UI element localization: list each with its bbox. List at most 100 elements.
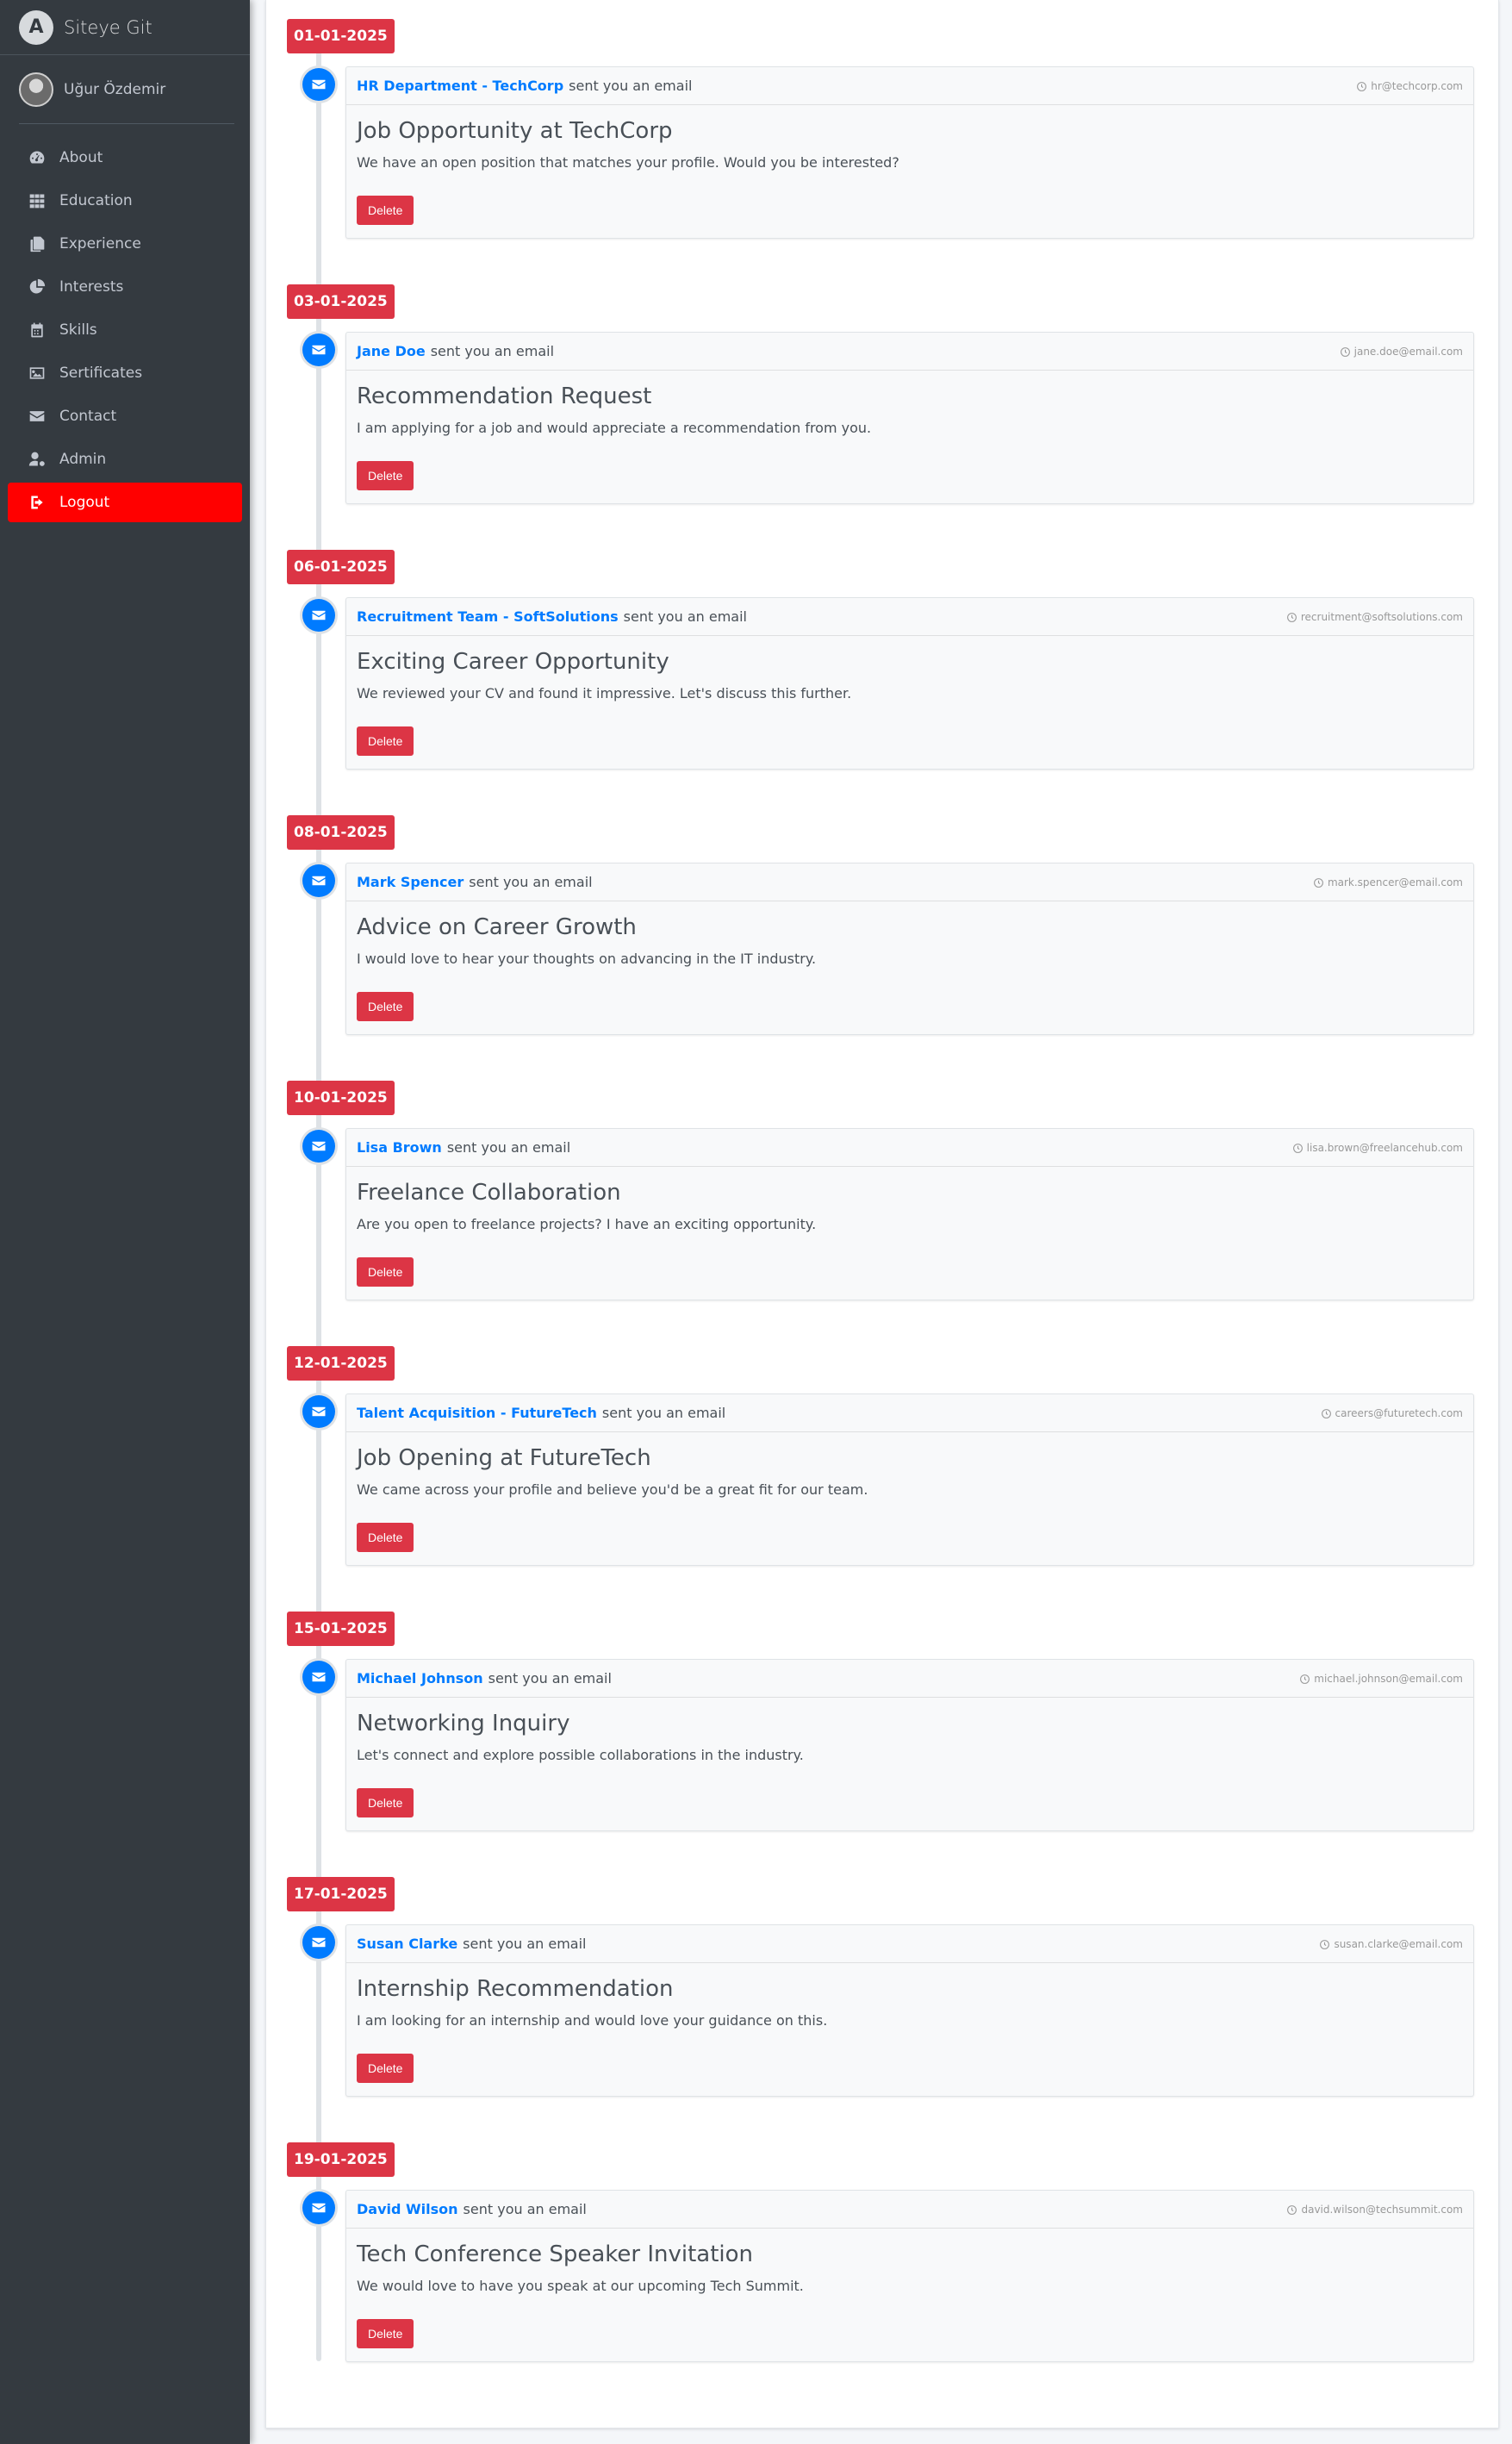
sidebar-item-education[interactable]: Education bbox=[8, 181, 242, 221]
email-header: Jane Doe sent you an email jane.doe@email.… bbox=[346, 333, 1473, 371]
sender-link[interactable]: Mark Spencer bbox=[357, 874, 464, 890]
sidebar-item-experience[interactable]: Experience bbox=[8, 224, 242, 264]
brand-logo: A bbox=[19, 9, 53, 45]
sender-link[interactable]: David Wilson bbox=[357, 2201, 458, 2217]
date-label: 08-01-2025 bbox=[287, 815, 395, 850]
sender-link[interactable]: Lisa Brown bbox=[357, 1139, 442, 1156]
sidebar-item-admin[interactable]: Admin bbox=[8, 440, 242, 479]
delete-button[interactable]: Delete bbox=[357, 2054, 414, 2083]
email-body: Exciting Career Opportunity We reviewed y… bbox=[346, 636, 1473, 703]
delete-button[interactable]: Delete bbox=[357, 726, 414, 756]
email-header: Susan Clarke sent you an email susan.clark… bbox=[346, 1925, 1473, 1963]
email-address-text: lisa.brown@freelancehub.com bbox=[1306, 1142, 1463, 1154]
sidebar-item-skills[interactable]: Skills bbox=[8, 310, 242, 350]
email-body: Job Opportunity at TechCorp We have an op… bbox=[346, 105, 1473, 172]
email-address-text: jane.doe@email.com bbox=[1353, 346, 1463, 358]
clock-icon bbox=[1300, 1674, 1310, 1684]
date-label: 06-01-2025 bbox=[287, 550, 395, 584]
sidebar-item-about[interactable]: About bbox=[8, 138, 242, 178]
email-subject: Freelance Collaboration bbox=[357, 1180, 621, 1206]
email-message: I am looking for an internship and would… bbox=[357, 2012, 828, 2029]
email-subject: Exciting Career Opportunity bbox=[357, 649, 669, 675]
user-panel[interactable]: Uğur Özdemir bbox=[19, 55, 234, 124]
email-subject: Job Opening at FutureTech bbox=[357, 1445, 651, 1471]
sidebar-nav: About Education Experience Interests Skills S… bbox=[0, 138, 250, 522]
date-label: 17-01-2025 bbox=[287, 1877, 395, 1911]
email-subject: Advice on Career Growth bbox=[357, 914, 637, 940]
timeline-entry: 01-01-2025 HR Department - TechCorp sent y… bbox=[266, 19, 1498, 284]
user-name: Uğur Özdemir bbox=[64, 80, 166, 98]
email-body: Job Opening at FutureTech We came across … bbox=[346, 1432, 1473, 1499]
email-message: I would love to hear your thoughts on ad… bbox=[357, 951, 817, 967]
sender-link[interactable]: Recruitment Team - SoftSolutions bbox=[357, 608, 619, 625]
date-label: 15-01-2025 bbox=[287, 1612, 395, 1646]
brand-name: Siteye Git bbox=[64, 16, 152, 38]
email-card: David Wilson sent you an email david.wilso… bbox=[345, 2190, 1474, 2362]
email-header: David Wilson sent you an email david.wilso… bbox=[346, 2191, 1473, 2229]
date-label: 19-01-2025 bbox=[287, 2142, 395, 2177]
sign-out-icon bbox=[27, 492, 47, 513]
sidebar-item-label: Contact bbox=[59, 408, 117, 425]
envelope-icon bbox=[302, 334, 335, 366]
grid-icon bbox=[27, 190, 47, 211]
email-address-text: david.wilson@techsummit.com bbox=[1301, 2204, 1463, 2216]
delete-button[interactable]: Delete bbox=[357, 196, 414, 225]
sidebar-item-label: Sertificates bbox=[59, 365, 143, 382]
delete-button[interactable]: Delete bbox=[357, 1523, 414, 1552]
sender-link[interactable]: Susan Clarke bbox=[357, 1936, 457, 1952]
email-address-text: recruitment@softsolutions.com bbox=[1300, 611, 1463, 623]
delete-button[interactable]: Delete bbox=[357, 2319, 414, 2348]
envelope-icon bbox=[302, 1661, 335, 1693]
email-subject: Networking Inquiry bbox=[357, 1711, 570, 1736]
envelope-icon bbox=[27, 406, 47, 427]
clock-icon bbox=[1314, 877, 1323, 888]
main-content: 01-01-2025 HR Department - TechCorp sent y… bbox=[265, 0, 1499, 2428]
email-address: lisa.brown@freelancehub.com bbox=[1292, 1129, 1463, 1167]
sent-text: sent you an email bbox=[601, 1405, 726, 1421]
email-subject: Internship Recommendation bbox=[357, 1976, 674, 2002]
sender-link[interactable]: HR Department - TechCorp bbox=[357, 78, 563, 94]
sender-link[interactable]: Michael Johnson bbox=[357, 1670, 483, 1686]
brand-link[interactable]: A Siteye Git bbox=[0, 0, 250, 55]
email-header: Talent Acquisition - FutureTech sent you … bbox=[346, 1394, 1473, 1432]
user-cog-icon bbox=[27, 449, 47, 470]
email-subject: Recommendation Request bbox=[357, 383, 652, 409]
pie-chart-icon bbox=[27, 277, 47, 297]
sent-text: sent you an email bbox=[463, 1936, 587, 1952]
sender-link[interactable]: Talent Acquisition - FutureTech bbox=[357, 1405, 597, 1421]
email-card: Talent Acquisition - FutureTech sent you … bbox=[345, 1393, 1474, 1566]
sidebar-item-contact[interactable]: Contact bbox=[8, 396, 242, 436]
email-address: careers@futuretech.com bbox=[1321, 1394, 1464, 1432]
delete-button[interactable]: Delete bbox=[357, 1788, 414, 1817]
email-address-text: careers@futuretech.com bbox=[1335, 1407, 1464, 1419]
email-header: Michael Johnson sent you an email michael.… bbox=[346, 1660, 1473, 1698]
sidebar-item-interests[interactable]: Interests bbox=[8, 267, 242, 307]
copy-icon bbox=[27, 234, 47, 254]
avatar bbox=[19, 72, 53, 107]
sidebar-item-label: Skills bbox=[59, 321, 97, 339]
timeline-entry: 17-01-2025 Susan Clarke sent you an email s… bbox=[266, 1877, 1498, 2142]
date-label: 10-01-2025 bbox=[287, 1081, 395, 1115]
sender-link[interactable]: Jane Doe bbox=[357, 343, 426, 359]
email-address-text: mark.spencer@email.com bbox=[1327, 876, 1463, 888]
sent-text: sent you an email bbox=[623, 608, 747, 625]
email-address-text: hr@techcorp.com bbox=[1371, 80, 1463, 92]
email-header: Mark Spencer sent you an email mark.spence… bbox=[346, 864, 1473, 901]
timeline-entry: 03-01-2025 Jane Doe sent you an email jane.… bbox=[266, 284, 1498, 550]
sent-text: sent you an email bbox=[569, 78, 693, 94]
clock-icon bbox=[1320, 1939, 1330, 1949]
sent-text: sent you an email bbox=[488, 1670, 612, 1686]
email-address: jane.doe@email.com bbox=[1340, 333, 1463, 371]
delete-button[interactable]: Delete bbox=[357, 461, 414, 490]
sidebar-item-logout[interactable]: Logout bbox=[8, 483, 242, 522]
clock-icon bbox=[1321, 1408, 1331, 1418]
email-message: We reviewed your CV and found it impress… bbox=[357, 685, 852, 701]
sidebar-item-label: Logout bbox=[59, 494, 110, 511]
sidebar-item-sertificates[interactable]: Sertificates bbox=[8, 353, 242, 393]
date-label: 01-01-2025 bbox=[287, 19, 395, 53]
clock-icon bbox=[1357, 81, 1367, 91]
sidebar-item-label: Education bbox=[59, 192, 133, 209]
envelope-icon bbox=[302, 864, 335, 897]
delete-button[interactable]: Delete bbox=[357, 1257, 414, 1287]
delete-button[interactable]: Delete bbox=[357, 992, 414, 1021]
